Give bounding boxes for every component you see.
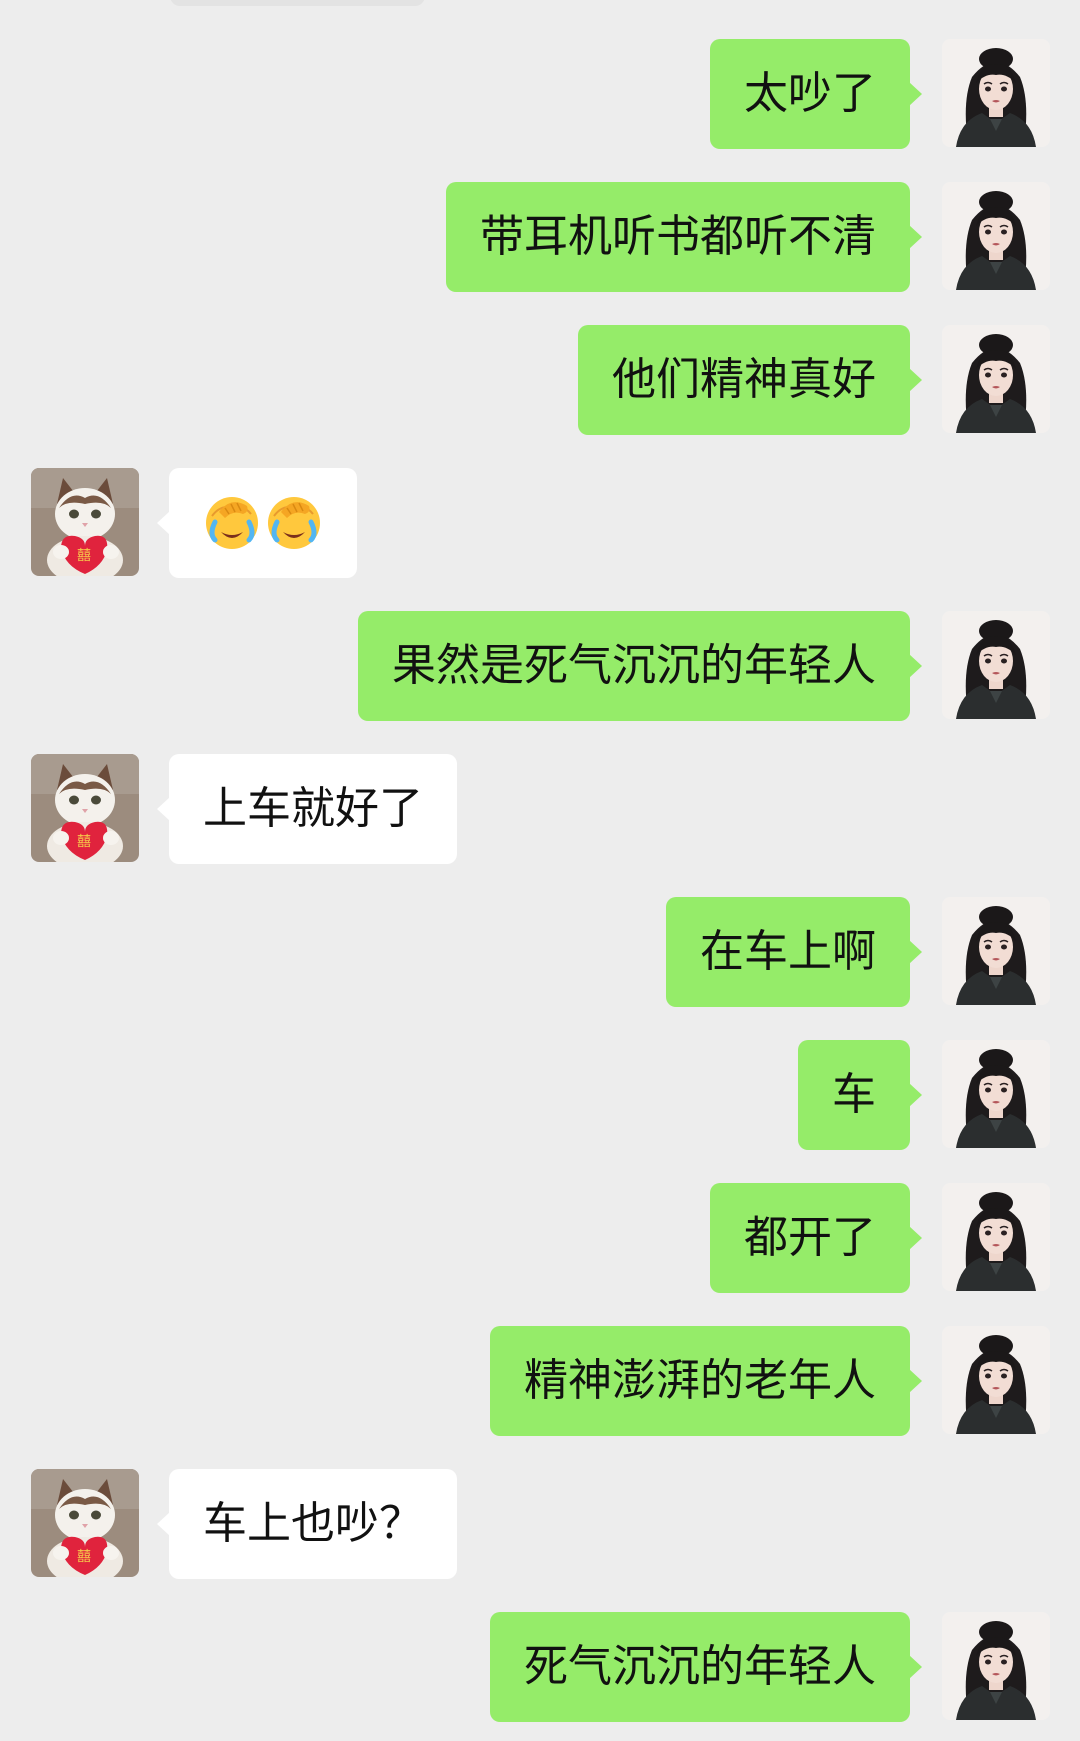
cat-avatar-icon[interactable]: [31, 468, 139, 576]
message-bubble[interactable]: 上车就好了: [157, 754, 457, 864]
message-text: 死气沉沉的年轻人: [524, 1641, 876, 1692]
message-row-sent: 在车上啊: [0, 897, 1080, 1007]
girl-avatar-icon[interactable]: [942, 897, 1050, 1005]
message-text: 车上也吵？: [203, 1498, 423, 1549]
previous-message-edge: [170, 0, 425, 6]
girl-avatar-icon[interactable]: [942, 611, 1050, 719]
message-row-sent: 都开了: [0, 1183, 1080, 1293]
message-row-sent: 果然是死气沉沉的年轻人: [0, 611, 1080, 721]
girl-avatar-icon[interactable]: [942, 325, 1050, 433]
message-bubble[interactable]: 带耳机听书都听不清: [446, 182, 922, 292]
message-row-sent: 带耳机听书都听不清: [0, 182, 1080, 292]
message-bubble[interactable]: 他们精神真好: [578, 325, 922, 435]
message-bubble[interactable]: 都开了: [710, 1183, 922, 1293]
message-text: 车: [832, 1069, 876, 1120]
message-text: 他们精神真好: [612, 354, 876, 405]
girl-avatar-icon[interactable]: [942, 1612, 1050, 1720]
girl-avatar-icon[interactable]: [942, 182, 1050, 290]
cat-avatar-icon[interactable]: [31, 1469, 139, 1577]
message-row-sent: 死气沉沉的年轻人: [0, 1612, 1080, 1722]
message-bubble[interactable]: [157, 468, 357, 578]
message-text: 上车就好了: [203, 783, 423, 834]
girl-avatar-icon[interactable]: [942, 1183, 1050, 1291]
face-palm-crying-emoji: [265, 494, 323, 552]
girl-avatar-icon[interactable]: [942, 1040, 1050, 1148]
girl-avatar-icon[interactable]: [942, 1326, 1050, 1434]
message-row-received: 车上也吵？: [0, 1469, 1080, 1579]
message-text: 太吵了: [744, 68, 876, 119]
message-row-sent: 车: [0, 1040, 1080, 1150]
message-bubble[interactable]: 精神澎湃的老年人: [490, 1326, 922, 1436]
message-row-received: 上车就好了: [0, 754, 1080, 864]
message-row-sent: 他们精神真好: [0, 325, 1080, 435]
message-text: 在车上啊: [700, 926, 876, 977]
message-bubble[interactable]: 车上也吵？: [157, 1469, 457, 1579]
message-row-sent: 精神澎湃的老年人: [0, 1326, 1080, 1436]
message-row-received: [0, 468, 1080, 578]
face-palm-crying-emoji: [203, 494, 261, 552]
message-text: 带耳机听书都听不清: [480, 211, 876, 262]
message-row-sent: 太吵了: [0, 39, 1080, 149]
message-text: 果然是死气沉沉的年轻人: [392, 640, 876, 691]
message-bubble[interactable]: 果然是死气沉沉的年轻人: [358, 611, 922, 721]
girl-avatar-icon[interactable]: [942, 39, 1050, 147]
message-text: 都开了: [744, 1212, 876, 1263]
message-text: 精神澎湃的老年人: [524, 1355, 876, 1406]
cat-avatar-icon[interactable]: [31, 754, 139, 862]
message-bubble[interactable]: 在车上啊: [666, 897, 922, 1007]
message-bubble[interactable]: 死气沉沉的年轻人: [490, 1612, 922, 1722]
message-bubble[interactable]: 车: [798, 1040, 922, 1150]
message-bubble[interactable]: 太吵了: [710, 39, 922, 149]
